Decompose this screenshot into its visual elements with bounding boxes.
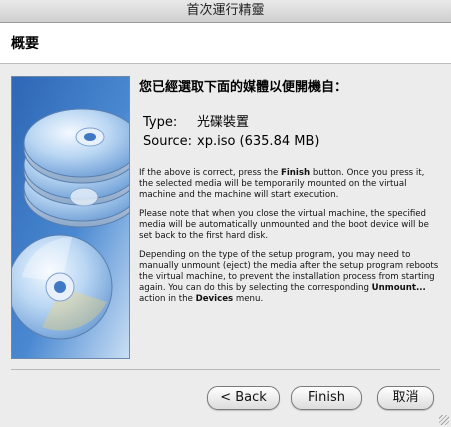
unmount-keyword: Unmount... xyxy=(371,283,426,293)
cd-discs-icon xyxy=(12,77,129,358)
page-title: 概要 xyxy=(11,36,39,52)
back-button[interactable]: < Back xyxy=(207,386,280,410)
finish-button[interactable]: Finish xyxy=(291,386,362,410)
unmount-note-text: Please note that when you close the virt… xyxy=(139,209,429,241)
media-source-row: Source: xp.iso (635.84 MB) xyxy=(143,132,441,151)
media-type-row: Type: 光碟裝置 xyxy=(143,113,441,132)
button-separator xyxy=(11,369,440,370)
wizard-window: 首次運行精靈 概要 您已經選取下面的媒體以便開機自： Type: 光碟裝置 So… xyxy=(0,0,451,427)
media-info: Type: 光碟裝置 Source: xp.iso (635.84 MB) xyxy=(143,113,441,151)
media-source-label: Source: xyxy=(143,134,193,149)
summary-content: 您已經選取下面的媒體以便開機自： Type: 光碟裝置 Source: xp.i… xyxy=(139,76,441,313)
eject-instructions-text: Depending on the type of the setup progr… xyxy=(139,250,441,305)
resize-grip-icon[interactable] xyxy=(439,415,449,425)
page-header: 概要 xyxy=(0,23,451,64)
window-title: 首次運行精靈 xyxy=(186,3,265,18)
devices-keyword: Devices xyxy=(195,294,234,304)
cd-discs-illustration xyxy=(11,76,130,359)
media-type-value: 光碟裝置 xyxy=(197,115,250,130)
text-span: action in the xyxy=(139,294,196,304)
cancel-button[interactable]: 取消 xyxy=(377,386,434,410)
media-source-value: xp.iso (635.84 MB) xyxy=(197,134,320,149)
summary-paragraphs: If the above is correct, press the Finis… xyxy=(139,168,441,305)
window-titlebar[interactable]: 首次運行精靈 xyxy=(0,0,451,23)
summary-headline: 您已經選取下面的媒體以便開機自： xyxy=(139,80,348,95)
finish-keyword: Finish xyxy=(280,168,311,178)
text-span: If the above is correct, press the xyxy=(139,168,281,178)
finish-instructions-text: If the above is correct, press the Finis… xyxy=(139,168,441,201)
text-span: menu. xyxy=(233,294,264,304)
media-type-label: Type: xyxy=(143,115,178,130)
